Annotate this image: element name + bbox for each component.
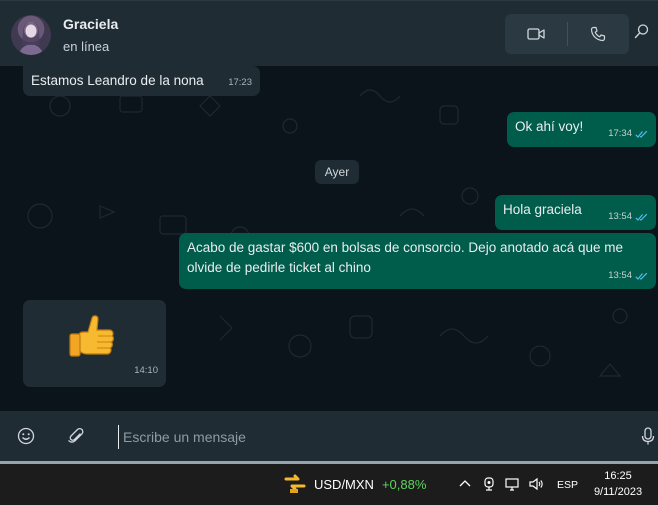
contact-status: en línea <box>63 39 110 54</box>
ticker-symbol: USD/MXN <box>314 476 374 492</box>
message-time: 14:10 <box>134 365 158 376</box>
video-call-button[interactable] <box>505 14 567 54</box>
date-divider: Ayer <box>315 160 359 184</box>
currency-exchange-icon <box>284 474 306 493</box>
attach-icon[interactable] <box>66 426 86 446</box>
read-ticks-icon <box>635 213 648 221</box>
message-input[interactable] <box>118 425 605 449</box>
network-icon[interactable] <box>504 476 520 492</box>
volume-icon[interactable] <box>528 476 544 492</box>
message-text: Hola graciela <box>503 202 582 217</box>
search-icon <box>634 24 649 39</box>
message-text: Acabo de gastar $600 en bolsas de consor… <box>187 240 624 275</box>
message-time: 13:54 <box>608 211 632 222</box>
webcam-icon[interactable] <box>481 476 497 492</box>
message-bubble-outgoing[interactable]: Hola graciela 13:54 <box>495 195 656 230</box>
message-text: Ok ahí voy! <box>515 119 584 134</box>
message-composer <box>0 411 658 461</box>
message-text: Estamos Leandro de la nona <box>31 73 204 88</box>
message-list[interactable]: Estamos Leandro de la nona 17:23 Ok ahí … <box>0 66 658 411</box>
ticker-change: +0,88% <box>381 476 427 492</box>
message-time: 13:54 <box>608 270 632 281</box>
stock-ticker-widget[interactable]: USD/MXN +0,88% <box>284 474 426 494</box>
contact-name[interactable]: Graciela <box>63 16 118 32</box>
clock-time: 16:25 <box>604 470 632 482</box>
message-bubble-incoming[interactable]: Estamos Leandro de la nona 17:23 <box>23 66 260 96</box>
clock-date: 9/11/2023 <box>593 486 643 498</box>
video-camera-icon <box>527 28 545 40</box>
message-bubble-incoming-sticker[interactable]: 14:10 <box>23 300 166 387</box>
voice-call-button[interactable] <box>567 14 629 54</box>
read-ticks-icon <box>635 130 648 138</box>
microphone-icon[interactable] <box>638 426 658 446</box>
chat-header: Graciela en línea <box>0 0 658 66</box>
phone-icon <box>590 26 606 42</box>
input-language[interactable]: ESP <box>557 479 578 491</box>
call-button-group <box>505 14 629 54</box>
chevron-up-icon[interactable] <box>457 476 473 492</box>
message-bubble-outgoing[interactable]: Ok ahí voy! 17:34 <box>507 112 656 147</box>
taskbar: USD/MXN +0,88% ESP 16:25 9/11/2023 <box>0 464 658 505</box>
system-clock[interactable]: 16:25 9/11/2023 <box>588 468 648 500</box>
message-time: 17:23 <box>228 77 252 88</box>
thumbs-up-icon <box>69 315 114 357</box>
message-bubble-outgoing[interactable]: Acabo de gastar $600 en bolsas de consor… <box>179 233 656 289</box>
contact-avatar[interactable] <box>11 15 51 55</box>
search-button[interactable] <box>634 23 654 45</box>
emoji-icon[interactable] <box>16 426 36 446</box>
message-time: 17:34 <box>608 128 632 139</box>
read-ticks-icon <box>635 272 648 280</box>
